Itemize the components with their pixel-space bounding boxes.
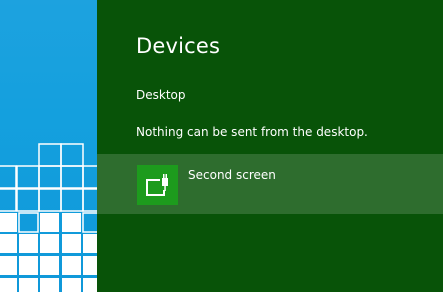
device-label: Second screen	[188, 168, 276, 182]
screen: Devices Desktop Nothing can be sent from…	[0, 0, 443, 292]
no-devices-message: Nothing can be sent from the desktop.	[136, 125, 368, 139]
device-item-second-screen[interactable]: Second screen	[97, 154, 443, 214]
tile-pattern-graphic	[0, 143, 97, 292]
start-screen-background	[0, 0, 97, 292]
current-app-name: Desktop	[136, 88, 186, 102]
charm-title: Devices	[136, 34, 221, 58]
second-screen-icon	[137, 165, 178, 205]
devices-charm-pane: Devices Desktop Nothing can be sent from…	[97, 0, 443, 292]
